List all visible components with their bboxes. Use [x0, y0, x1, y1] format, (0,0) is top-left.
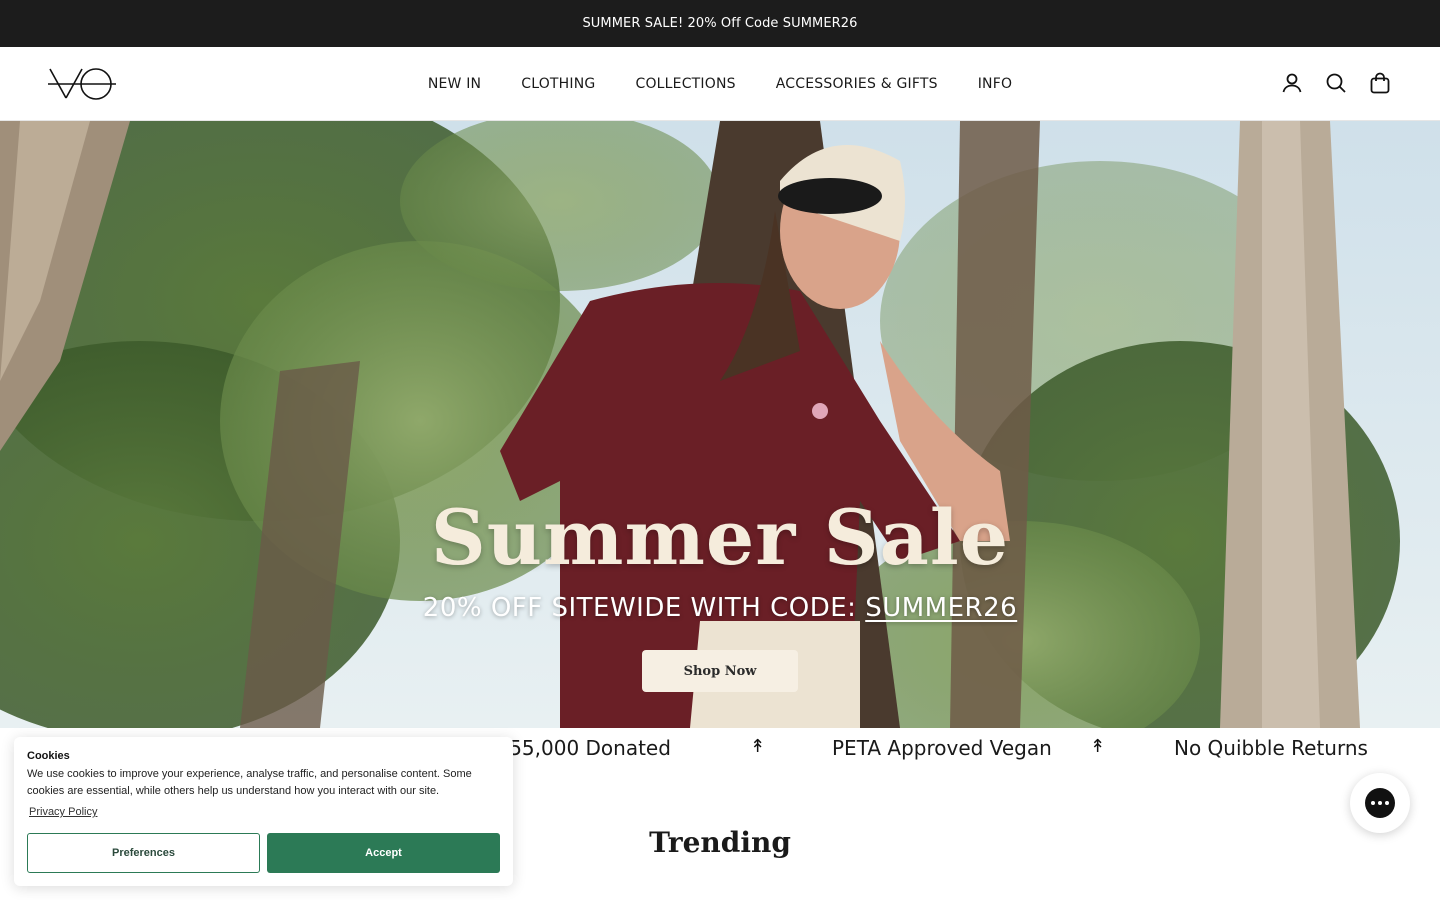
main-navigation: NEW IN CLOTHING COLLECTIONS ACCESSORIES …	[0, 47, 1440, 121]
announcement-bar: SUMMER SALE! 20% Off Code SUMMER26	[0, 0, 1440, 47]
search-icon[interactable]	[1324, 71, 1348, 95]
header-actions	[1280, 71, 1392, 95]
hero-banner: Summer Sale 20% OFF SITEWIDE WITH CODE: …	[0, 121, 1440, 728]
shop-now-button[interactable]: Shop Now	[642, 650, 798, 692]
chat-icon	[1365, 788, 1395, 818]
vo-logo-icon	[48, 68, 116, 100]
nav-info[interactable]: INFO	[978, 76, 1012, 92]
hero-subtitle: 20% OFF SITEWIDE WITH CODE: SUMMER26	[0, 593, 1440, 623]
cookie-description: We use cookies to improve your experienc…	[27, 768, 472, 797]
cookie-accept-button[interactable]: Accept	[267, 833, 500, 873]
nav-accessories-gifts[interactable]: ACCESSORIES & GIFTS	[776, 76, 938, 92]
cookie-preferences-button[interactable]: Preferences	[27, 833, 260, 873]
privacy-policy-link[interactable]: Privacy Policy	[29, 806, 97, 818]
announcement-text: SUMMER SALE! 20% Off Code SUMMER26	[582, 16, 858, 31]
nav-new-in[interactable]: NEW IN	[428, 76, 481, 92]
cookie-banner: Cookies We use cookies to improve your e…	[14, 737, 513, 886]
cookie-title: Cookies	[27, 750, 70, 762]
marquee-separator-icon: ↟	[750, 736, 766, 757]
brand-logo[interactable]	[48, 67, 118, 101]
promo-code: SUMMER26	[865, 593, 1018, 623]
marquee-item-returns: No Quibble Returns	[1174, 736, 1368, 760]
nav-collections[interactable]: COLLECTIONS	[635, 76, 735, 92]
account-icon[interactable]	[1280, 71, 1304, 95]
hero-subtitle-prefix: 20% OFF SITEWIDE WITH CODE:	[422, 593, 866, 623]
nav-clothing[interactable]: CLOTHING	[521, 76, 595, 92]
site-header: NEW IN CLOTHING COLLECTIONS ACCESSORIES …	[0, 47, 1440, 121]
marquee-item-vegan: PETA Approved Vegan	[832, 736, 1052, 760]
chat-launcher[interactable]	[1350, 773, 1410, 833]
marquee-separator-icon: ↟	[1090, 736, 1106, 757]
bag-icon[interactable]	[1368, 71, 1392, 95]
hero-title: Summer Sale	[430, 493, 1010, 582]
hero-photo	[0, 121, 1440, 728]
